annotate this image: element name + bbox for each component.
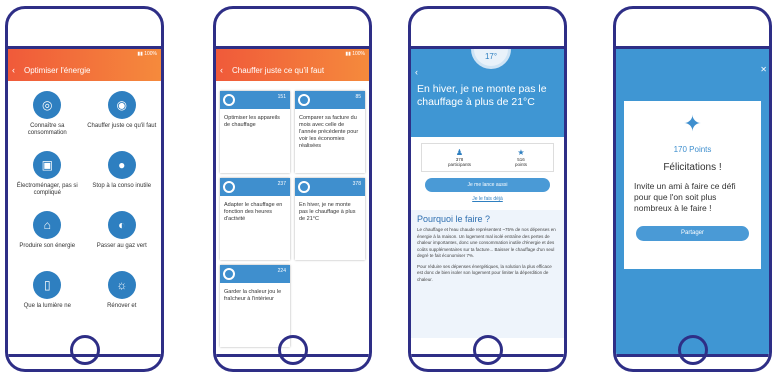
- why-title: Pourquoi le faire ?: [417, 214, 491, 224]
- meter-icon: ◎: [33, 91, 62, 119]
- phone-frame: ▮▮ 100% ‹ Chauffer juste ce qu'il faut 1…: [213, 6, 372, 372]
- challenge-stats: ♟ 378 participants ★ 516 points: [421, 143, 554, 172]
- phone-screen: 17° ‹ En hiver, je ne monte pas le chauf…: [411, 46, 564, 357]
- thermostat-icon: 17°: [471, 49, 511, 69]
- congrats-title: Félicitations !: [663, 162, 722, 173]
- challenge-card[interactable]: 151 Optimiser les appareils de chauffage: [220, 91, 290, 173]
- back-arrow-icon[interactable]: ‹: [220, 65, 232, 75]
- status-bar: ▮▮ 100%: [345, 51, 365, 57]
- challenge-icon: [223, 268, 235, 280]
- phone-frame: 17° ‹ En hiver, je ne monte pas le chauf…: [408, 6, 567, 372]
- phone-frame: ✕ ✦ 170 Points Félicitations ! Invite un…: [613, 6, 772, 372]
- people-icon: ♟: [455, 148, 464, 157]
- phone-frame: ▮▮ 100% ‹ Optimiser l'énergie ◎ Connaître…: [5, 6, 164, 372]
- category-tile[interactable]: ◐ Passer au gaz vert: [85, 211, 160, 265]
- already-doing-link[interactable]: Je le fais déjà: [411, 196, 564, 202]
- category-tile[interactable]: ☼ Rénover et: [85, 271, 160, 325]
- star-icon: ★: [517, 148, 525, 157]
- share-button[interactable]: Partager: [636, 226, 749, 241]
- category-tile[interactable]: ◉ Chauffer juste ce qu'il faut: [85, 91, 160, 145]
- points-earned: 170 Points: [673, 145, 712, 154]
- home-button[interactable]: [277, 335, 308, 365]
- app-header: ▮▮ 100% ‹ Optimiser l'énergie: [8, 49, 161, 81]
- challenge-card[interactable]: 378 En hiver, je ne monte pas le chauffag…: [295, 178, 365, 260]
- gas-icon: ◐: [107, 211, 136, 239]
- piggy-bank-icon: ●: [107, 151, 136, 179]
- congrats-modal: ✕ ✦ 170 Points Félicitations ! Invite un…: [624, 65, 767, 269]
- challenge-card[interactable]: 224 Garder la chaleur jou le fraîcheur à …: [220, 265, 290, 347]
- party-popper-icon: ✦: [683, 111, 702, 136]
- back-arrow-icon[interactable]: ‹: [415, 67, 418, 77]
- washing-machine-icon: ▣: [33, 151, 62, 179]
- participants-count: 224: [277, 268, 286, 274]
- challenge-hero: 17° ‹ En hiver, je ne monte pas le chauf…: [411, 49, 564, 137]
- light-switch-icon: ▯: [33, 271, 62, 299]
- category-tile[interactable]: ⌂ Produire son énergie: [10, 211, 85, 265]
- phone-screen: ▮▮ 100% ‹ Optimiser l'énergie ◎ Connaître…: [8, 46, 161, 357]
- challenge-icon: [298, 94, 310, 106]
- phone-screen: ▮▮ 100% ‹ Chauffer juste ce qu'il faut 1…: [216, 46, 369, 357]
- category-tile[interactable]: ▣ Électroménager, pas si compliqué: [10, 151, 85, 205]
- join-challenge-button[interactable]: Je me lance aussi: [425, 178, 550, 192]
- category-tile[interactable]: ◎ Connaître sa consommation: [10, 91, 85, 145]
- challenge-icon: [223, 94, 235, 106]
- why-section: Pourquoi le faire ? Le chauffage et l'ea…: [411, 210, 564, 338]
- challenge-card[interactable]: 237 Adapter le chauffage en fonction des …: [220, 178, 290, 260]
- participants-count: 151: [277, 94, 286, 100]
- participants-stat: ♟ 378 participants: [447, 148, 471, 167]
- thermostat-icon: ◉: [107, 91, 136, 119]
- why-paragraph: Pour réduire ses dépenses énergétiques, …: [417, 263, 552, 282]
- challenge-icon: [298, 181, 310, 193]
- home-button[interactable]: [69, 335, 100, 365]
- points-stat: ★ 516 points: [514, 148, 527, 167]
- participants-count: 237: [277, 181, 286, 187]
- modal-overlay: ✕ ✦ 170 Points Félicitations ! Invite un…: [616, 49, 769, 354]
- app-header: ▮▮ 100% ‹ Chauffer juste ce qu'il faut: [216, 49, 369, 81]
- phone-screen: ✕ ✦ 170 Points Félicitations ! Invite un…: [616, 46, 769, 357]
- back-arrow-icon[interactable]: ‹: [12, 65, 24, 75]
- category-tile[interactable]: ▯ Que la lumière ne: [10, 271, 85, 325]
- challenge-grid: 151 Optimiser les appareils de chauffage …: [216, 81, 369, 354]
- category-tile[interactable]: ● Stop à la conso inutile: [85, 151, 160, 205]
- category-grid: ◎ Connaître sa consommation ◉ Chauffer jus…: [8, 81, 161, 325]
- status-bar: ▮▮ 100%: [137, 51, 157, 57]
- challenge-title: En hiver, je ne monte pas le chauffage à…: [417, 83, 547, 108]
- solar-icon: ⌂: [33, 211, 62, 239]
- page-title: Optimiser l'énergie: [24, 65, 91, 75]
- participants-count: 378: [352, 181, 361, 187]
- participants-count: 85: [355, 94, 361, 100]
- home-button[interactable]: [677, 335, 708, 365]
- why-paragraph: Le chauffage et l'eau chaude représenten…: [417, 227, 556, 258]
- home-button[interactable]: [472, 335, 503, 365]
- close-icon[interactable]: ✕: [760, 65, 767, 74]
- challenge-card[interactable]: 85 Comparer sa facture du mois avec celle…: [295, 91, 365, 173]
- invite-text: Invite un ami à faire ce défi pour que l…: [634, 181, 736, 213]
- challenge-icon: [223, 181, 235, 193]
- bulb-icon: ☼: [107, 271, 136, 299]
- page-title: Chauffer juste ce qu'il faut: [232, 65, 325, 75]
